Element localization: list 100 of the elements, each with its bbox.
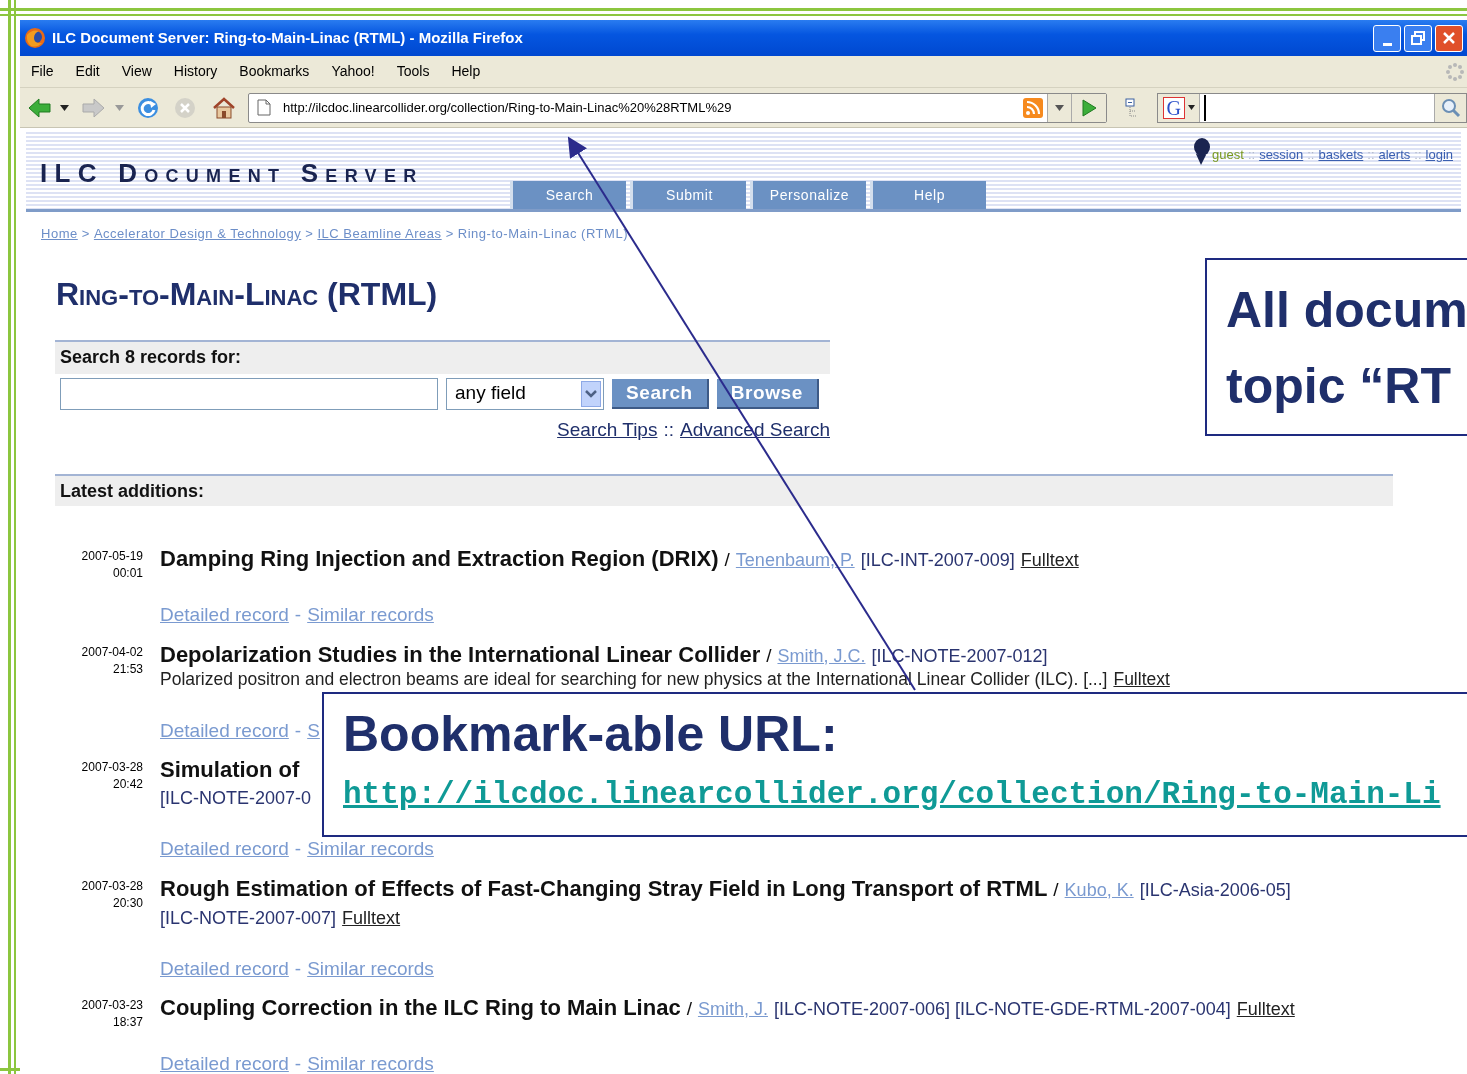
callout-text: topic “RT — [1226, 357, 1452, 416]
separator-text: / — [766, 643, 772, 668]
search-form-button[interactable]: Browse — [716, 378, 819, 409]
record-link[interactable]: S — [307, 716, 320, 745]
author-link[interactable]: Smith, J.C. — [777, 642, 866, 669]
user-menu-link[interactable]: alerts — [1378, 144, 1411, 164]
separator-text: :: — [1367, 145, 1375, 164]
record-link[interactable]: Similar records — [307, 835, 434, 864]
minimize-button[interactable] — [1373, 24, 1401, 52]
user-name: guest — [1212, 145, 1244, 164]
record-time: 18:37 — [111, 1014, 143, 1031]
page-style-icon[interactable] — [1125, 97, 1138, 118]
record-date: 2007-05-19 — [80, 548, 143, 565]
record-link[interactable]: Similar records — [307, 1050, 434, 1074]
separator-text: - — [294, 718, 302, 743]
search-help-link[interactable]: Search Tips — [557, 415, 658, 444]
separator-text: :: — [1247, 145, 1256, 164]
menu-item[interactable]: Bookmarks — [239, 61, 310, 82]
breadcrumb-link[interactable]: Accelerator Design & Technology — [93, 224, 302, 244]
record-time: 00:01 — [111, 565, 143, 582]
record-title: Coupling Correction in the ILC Ring to Main Linac — [160, 995, 681, 1021]
record-link[interactable]: Similar records — [307, 601, 434, 630]
callout-text: All docum — [1226, 281, 1467, 340]
fulltext-link[interactable]: Fulltext — [1020, 547, 1079, 573]
menu-item[interactable]: Tools — [396, 61, 430, 82]
minimize-icon — [1382, 42, 1392, 46]
go-button[interactable] — [1071, 93, 1107, 122]
user-menu-link[interactable]: session — [1259, 144, 1304, 164]
menu-item[interactable]: Yahoo! — [331, 61, 375, 82]
search-icon — [1440, 97, 1461, 118]
bookmark-url-link[interactable]: http://ilcdoc.linearcollider.org/collection/Ring-to-Main-Li — [343, 772, 1467, 819]
reload-icon[interactable] — [135, 95, 160, 120]
record-title: Damping Ring Injection and Extraction Region (DRIX) — [160, 546, 719, 572]
latest-additions-title: Latest additions: — [55, 474, 1393, 506]
nav-tab[interactable]: Search — [510, 181, 626, 209]
caret-icon — [1055, 104, 1065, 111]
menu-item[interactable]: Edit — [75, 61, 100, 82]
address-field[interactable]: http://ilcdoc.linearcollider.org/collection/Ring-to-Main-Linac%20%28RTML%29 — [247, 92, 1108, 123]
record-date: 2007-03-23 — [80, 997, 143, 1014]
search-button[interactable] — [1434, 93, 1466, 122]
record-link[interactable]: Detailed record — [160, 601, 289, 630]
menu-item[interactable]: History — [173, 61, 218, 82]
home-icon[interactable] — [211, 95, 236, 120]
nav-tab[interactable]: Submit — [630, 181, 746, 209]
record-title: Simulation of — [160, 757, 300, 783]
separator-text: - — [294, 603, 302, 627]
record-link[interactable]: Detailed record — [160, 716, 289, 745]
web-search-field[interactable]: G — [1157, 92, 1467, 123]
history-dropdown-button[interactable] — [1047, 93, 1072, 122]
restore-button[interactable] — [1404, 24, 1432, 52]
rss-feed-icon[interactable] — [1023, 97, 1044, 118]
separator-text: > — [81, 225, 90, 243]
close-icon — [1442, 31, 1456, 45]
record-time: 20:30 — [111, 894, 143, 912]
back-arrow-icon[interactable] — [28, 96, 52, 119]
record-time: 20:42 — [111, 776, 143, 793]
record-link[interactable]: Similar records — [307, 954, 434, 983]
caret-icon[interactable] — [1187, 105, 1195, 110]
breadcrumb-link[interactable]: ILC Beamline Areas — [317, 224, 442, 244]
nav-tab[interactable]: Help — [870, 181, 986, 209]
fulltext-link[interactable]: Fulltext — [1236, 996, 1295, 1022]
record-link[interactable]: Detailed record — [160, 954, 289, 983]
separator-text: :: — [663, 417, 674, 442]
author-link[interactable]: Tenenbaum, P. — [735, 547, 855, 573]
record-date: 2007-04-02 — [80, 643, 143, 661]
caret-icon[interactable] — [60, 104, 69, 111]
separator-text: :: — [1307, 145, 1315, 164]
report-number: [ILC-NOTE-2007-006] [ILC-NOTE-GDE-RTML-2007-004] — [773, 998, 1231, 1021]
site-logo-text: ILC Document Server — [40, 157, 424, 190]
separator-text: :: — [1414, 145, 1422, 164]
fulltext-link[interactable]: Fulltext — [1113, 668, 1170, 689]
breadcrumb-current: Ring-to-Main-Linac (RTML) — [457, 225, 629, 243]
author-link[interactable]: Smith, J. — [697, 996, 768, 1022]
user-menu-link[interactable]: baskets — [1318, 144, 1364, 164]
restore-icon — [1411, 31, 1425, 45]
fulltext-link[interactable]: Fulltext — [342, 902, 401, 933]
separator-text: / — [1053, 877, 1059, 902]
record-link[interactable]: Detailed record — [160, 835, 289, 864]
separator-text: / — [686, 997, 692, 1021]
separator-text: > — [445, 225, 454, 243]
record-link[interactable]: Detailed record — [160, 1050, 289, 1074]
field-dropdown[interactable]: any field — [446, 377, 604, 410]
user-menu-link[interactable]: login — [1425, 144, 1453, 164]
separator-text: - — [294, 1052, 302, 1074]
loading-throbber-icon — [1445, 61, 1465, 82]
record-title: Depolarization Studies in the International Linear Collider — [160, 641, 761, 668]
report-number: [ILC-NOTE-2007-0 — [160, 787, 312, 810]
search-engine-logo[interactable]: G — [1162, 96, 1185, 119]
search-form-button[interactable]: Search — [612, 378, 709, 409]
menu-item[interactable]: View — [121, 61, 152, 82]
nav-tab[interactable]: Personalize — [750, 181, 866, 209]
record-time: 21:53 — [111, 660, 143, 678]
breadcrumb-link[interactable]: Home — [41, 224, 78, 244]
menu-item[interactable]: Help — [451, 61, 481, 82]
menu-item[interactable]: File — [31, 61, 54, 82]
close-button[interactable] — [1435, 24, 1463, 52]
url-text: http://ilcdoc.linearcollider.org/collection/Ring-to-Main-Linac%20%28RTML%29 — [282, 98, 732, 117]
browser-logo-icon — [24, 27, 46, 49]
author-link[interactable]: Kubo, K. — [1064, 876, 1134, 903]
search-input[interactable] — [60, 377, 438, 410]
